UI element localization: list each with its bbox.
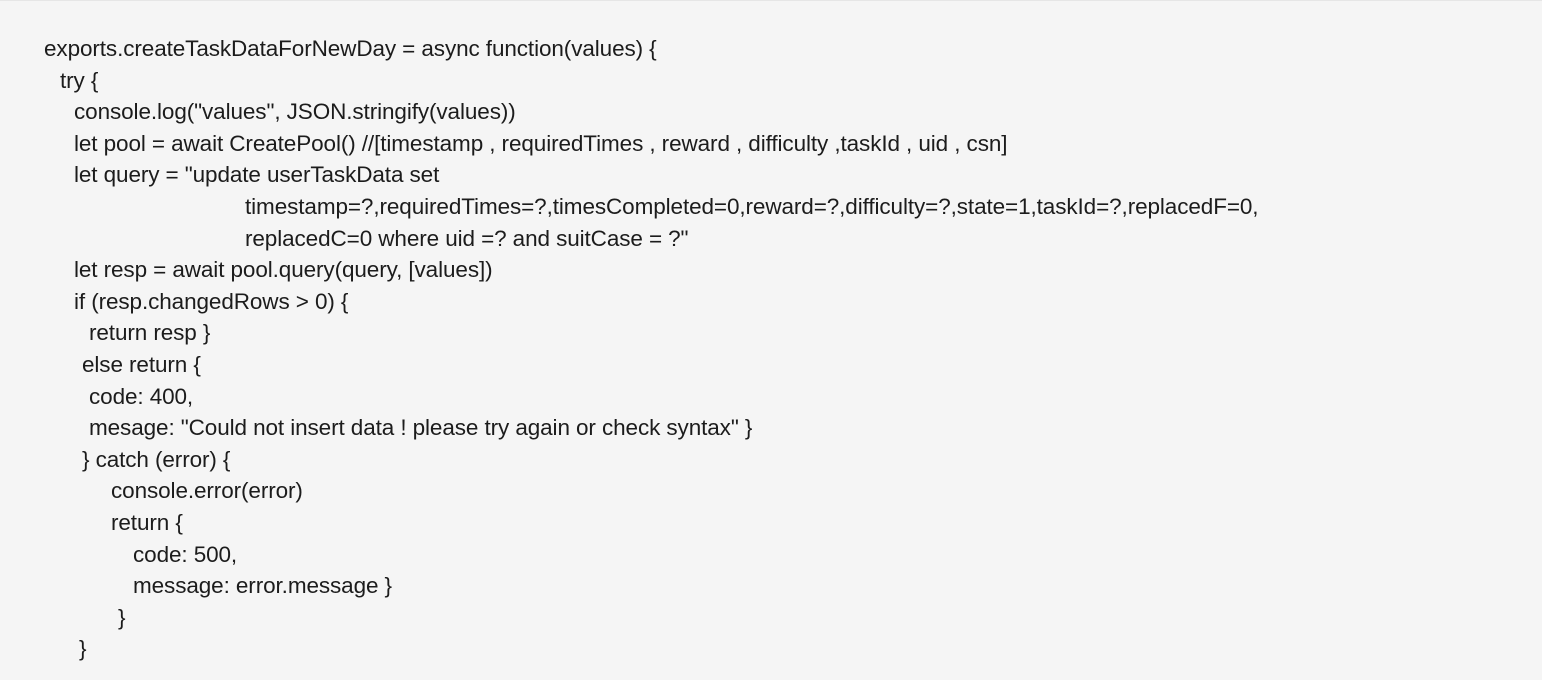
code-line-1: exports.createTaskDataForNewDay = async … bbox=[44, 36, 657, 61]
code-line-19: } bbox=[118, 604, 126, 630]
code-line-8: let resp = await pool.query(query, [valu… bbox=[74, 257, 493, 283]
code-line-16: return { bbox=[111, 509, 183, 535]
code-line-11: else return { bbox=[82, 351, 201, 377]
code-line-14: } catch (error) { bbox=[82, 446, 231, 472]
code-line-15: console.error(error) bbox=[111, 478, 303, 504]
code-line-17: code: 500, bbox=[133, 541, 238, 567]
code-snippet-frame: exports.createTaskDataForNewDay = async … bbox=[0, 0, 1542, 680]
code-line-10: return resp } bbox=[89, 320, 211, 346]
code-line-2: try { bbox=[60, 67, 99, 93]
code-line-7: replacedC=0 where uid =? and suitCase = … bbox=[245, 225, 689, 251]
code-block: exports.createTaskDataForNewDay = async … bbox=[44, 33, 1534, 665]
code-line-9: if (resp.changedRows > 0) { bbox=[74, 288, 349, 314]
code-line-20: } bbox=[79, 636, 87, 662]
code-line-12: code: 400, bbox=[89, 383, 194, 409]
code-line-4: let pool = await CreatePool() //[timesta… bbox=[74, 130, 1008, 156]
code-line-6: timestamp=?,requiredTimes=?,timesComplet… bbox=[245, 193, 1259, 219]
code-line-5: let query = "update userTaskData set bbox=[74, 162, 440, 188]
code-line-13: mesage: "Could not insert data ! please … bbox=[89, 415, 753, 441]
code-line-3: console.log("values", JSON.stringify(val… bbox=[74, 99, 516, 125]
code-line-18: message: error.message } bbox=[133, 573, 392, 599]
